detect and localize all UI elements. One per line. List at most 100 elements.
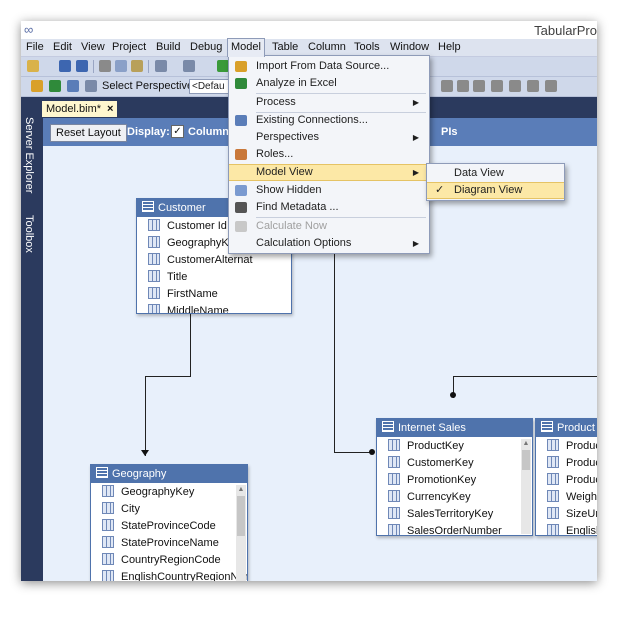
- menu-item-model-view[interactable]: Model View ▶: [229, 164, 429, 181]
- sort-icon[interactable]: [441, 80, 453, 92]
- column-row[interactable]: EnglishCountryRegionName: [91, 569, 247, 581]
- perspective-select[interactable]: <Defau: [189, 79, 233, 94]
- menu-item-perspectives[interactable]: Perspectives ▶: [229, 129, 429, 146]
- submenu-item-data-view[interactable]: Data View: [427, 165, 564, 182]
- sort-ascending-icon[interactable]: [457, 80, 469, 92]
- menu-file[interactable]: File: [23, 39, 47, 56]
- clear-filter-icon[interactable]: [545, 80, 557, 92]
- tab-model-bim[interactable]: Model.bim* ×: [42, 101, 118, 117]
- undo-icon[interactable]: [155, 60, 167, 72]
- column-row[interactable]: SizeUnitMe: [536, 506, 597, 523]
- menu-item-find-metadata[interactable]: Find Metadata ...: [229, 199, 429, 216]
- menu-edit[interactable]: Edit: [50, 39, 75, 56]
- column-name: FirstName: [167, 288, 218, 300]
- table-title: Geography: [112, 468, 167, 480]
- column-row[interactable]: SalesTerritoryKey: [377, 506, 532, 523]
- menu-item-show-hidden[interactable]: Show Hidden: [229, 182, 429, 199]
- column-row[interactable]: WeightUnit: [536, 489, 597, 506]
- product-table[interactable]: Product ProductKey ProductAlte ProductSu…: [535, 418, 597, 536]
- column-name: WeightUnit: [566, 491, 597, 503]
- column-row[interactable]: MiddleName: [137, 303, 291, 313]
- menu-item-calculation-options[interactable]: Calculation Options ▶: [229, 235, 429, 252]
- sort-descending-icon[interactable]: [473, 80, 485, 92]
- column-row[interactable]: StateProvinceCode: [91, 518, 247, 535]
- table-scrollbar[interactable]: ▲: [521, 439, 531, 534]
- relationship-line: [334, 246, 335, 452]
- column-name: StateProvinceName: [121, 537, 219, 549]
- internet-sales-table[interactable]: Internet Sales ProductKey CustomerKey Pr…: [376, 418, 533, 536]
- grid-icon[interactable]: [509, 80, 521, 92]
- reset-layout-button[interactable]: Reset Layout: [50, 124, 127, 142]
- menu-build[interactable]: Build: [153, 39, 183, 56]
- copy-icon[interactable]: [115, 60, 127, 72]
- menu-help[interactable]: Help: [435, 39, 464, 56]
- checkmark-icon: ✓: [435, 184, 445, 196]
- menu-item-process[interactable]: Process ▶: [229, 94, 429, 111]
- column-row[interactable]: StateProvinceName: [91, 535, 247, 552]
- menu-model[interactable]: Model: [227, 38, 265, 57]
- menu-window[interactable]: Window: [387, 39, 432, 56]
- column-icon: [388, 439, 400, 451]
- filter-icon[interactable]: [491, 80, 503, 92]
- menu-item-roles[interactable]: Roles...: [229, 146, 429, 163]
- table-title: Product: [557, 422, 595, 434]
- save-icon[interactable]: [59, 60, 71, 72]
- column-row[interactable]: SalesOrderNumber: [377, 523, 532, 535]
- column-row[interactable]: ProductAlte: [536, 455, 597, 472]
- title-bar: ∞ TabularPro: [21, 21, 597, 39]
- column-row[interactable]: CurrencyKey: [377, 489, 532, 506]
- menu-item-label: Calculate Now: [256, 220, 327, 232]
- column-row[interactable]: ProductKey: [536, 438, 597, 455]
- scroll-thumb[interactable]: [237, 496, 245, 536]
- menu-project[interactable]: Project: [109, 39, 149, 56]
- save-all-icon[interactable]: [76, 60, 88, 72]
- connections-icon[interactable]: [67, 80, 79, 92]
- database-icon[interactable]: [31, 80, 43, 92]
- menu-tools[interactable]: Tools: [351, 39, 383, 56]
- scroll-up-icon[interactable]: ▲: [236, 486, 246, 494]
- column-icon: [547, 439, 559, 451]
- columns-checkbox[interactable]: ✓: [171, 125, 184, 138]
- menu-item-existing-connections[interactable]: Existing Connections...: [229, 112, 429, 129]
- column-row[interactable]: Title: [137, 269, 291, 286]
- table-header[interactable]: Geography: [91, 465, 247, 483]
- column-row[interactable]: City: [91, 501, 247, 518]
- menu-item-analyze-in-excel[interactable]: Analyze in Excel: [229, 75, 429, 92]
- menu-column[interactable]: Column: [305, 39, 349, 56]
- column-row[interactable]: CustomerKey: [377, 455, 532, 472]
- submenu-item-diagram-view[interactable]: ✓ Diagram View: [427, 182, 564, 199]
- table-header[interactable]: Product: [536, 419, 597, 437]
- scroll-up-icon[interactable]: ▲: [521, 440, 531, 448]
- close-icon[interactable]: ×: [107, 103, 113, 115]
- column-row[interactable]: EnglishPro: [536, 523, 597, 535]
- menu-debug[interactable]: Debug: [187, 39, 225, 56]
- cut-icon[interactable]: [99, 60, 111, 72]
- column-row[interactable]: GeographyKey: [91, 484, 247, 501]
- paste-icon[interactable]: [131, 60, 143, 72]
- column-row[interactable]: ProductSub: [536, 472, 597, 489]
- scroll-thumb[interactable]: [522, 450, 530, 470]
- relationship-line: [453, 376, 597, 377]
- geography-table[interactable]: Geography GeographyKey City StateProvinc…: [90, 464, 248, 581]
- menu-view[interactable]: View: [78, 39, 108, 56]
- server-explorer-tab[interactable]: Server Explorer: [23, 117, 35, 193]
- column-row[interactable]: ProductKey: [377, 438, 532, 455]
- table-header[interactable]: Internet Sales: [377, 419, 532, 437]
- table-scrollbar[interactable]: ▲: [236, 485, 246, 581]
- table-properties-icon[interactable]: [527, 80, 539, 92]
- column-row[interactable]: CountryRegionCode: [91, 552, 247, 569]
- column-row[interactable]: CustomerAlternat: [137, 252, 291, 269]
- column-row[interactable]: FirstName: [137, 286, 291, 303]
- column-row[interactable]: PromotionKey: [377, 472, 532, 489]
- redo-icon[interactable]: [183, 60, 195, 72]
- toolbox-tab[interactable]: Toolbox: [23, 215, 35, 253]
- relationship-end-dot: [450, 392, 456, 398]
- column-icon: [388, 490, 400, 502]
- new-project-icon[interactable]: [27, 60, 39, 72]
- perspective-icon[interactable]: [85, 80, 97, 92]
- relationship-line: [145, 376, 191, 377]
- menu-item-import-from-data-source[interactable]: Import From Data Source...: [229, 58, 429, 75]
- menu-table[interactable]: Table: [269, 39, 301, 56]
- menu-item-label: Existing Connections...: [256, 114, 368, 126]
- excel-icon[interactable]: [49, 80, 61, 92]
